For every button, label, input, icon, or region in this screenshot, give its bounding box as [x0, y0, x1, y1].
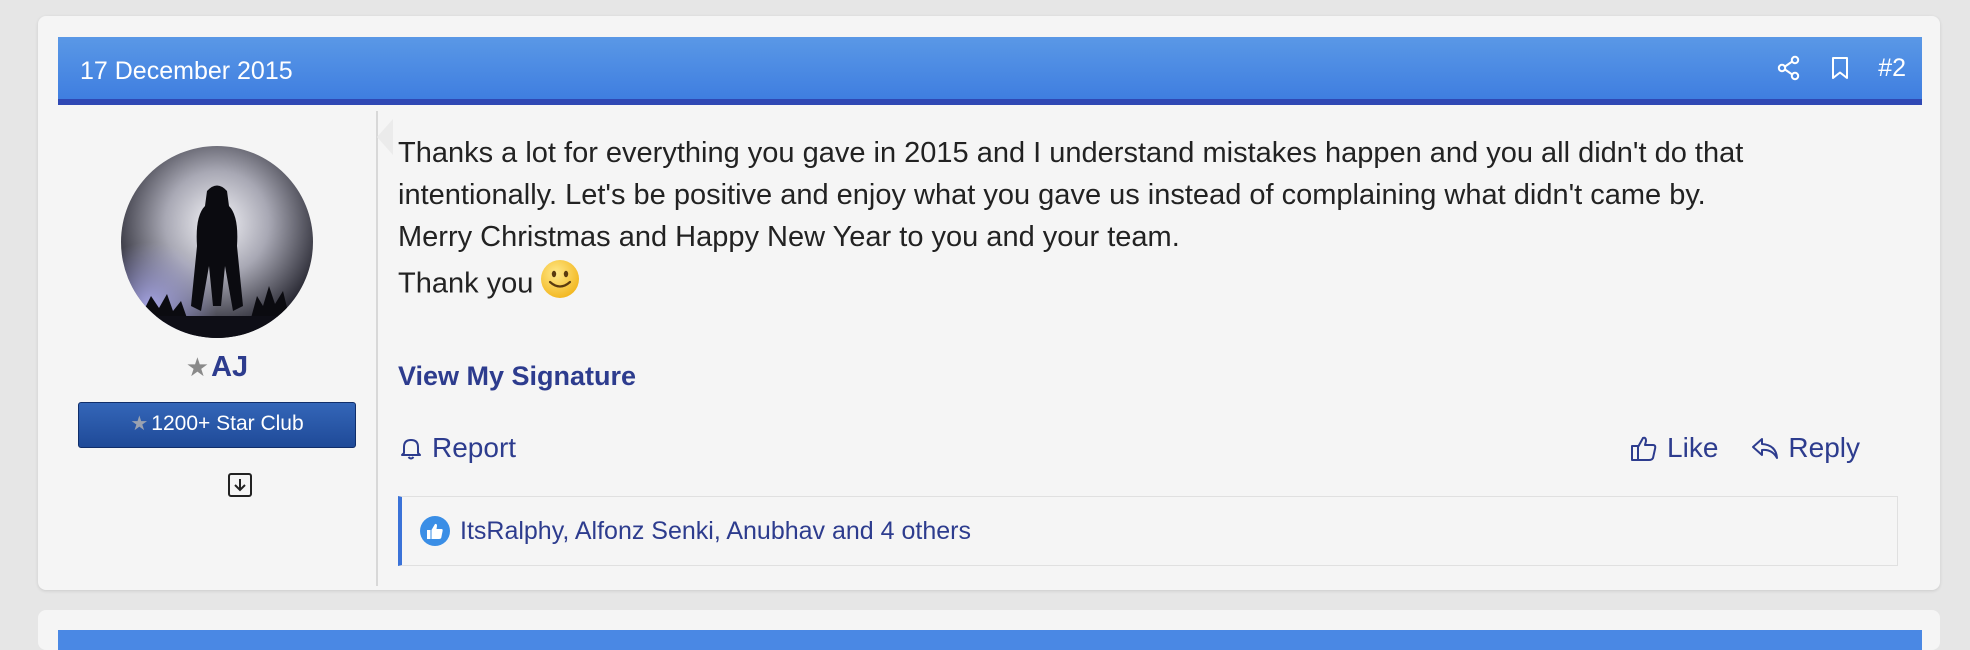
reactions-bar: ItsRalphy, Alfonz Senki, Anubhav and 4 o…: [398, 496, 1898, 566]
expand-user-info-icon[interactable]: [227, 472, 253, 498]
like-label: Like: [1667, 432, 1719, 463]
message-line: Thank you: [398, 267, 534, 300]
smiley-emoji-icon: [539, 258, 581, 312]
post-date[interactable]: 17 December 2015: [80, 37, 293, 105]
post-actions: Like Reply: [1629, 429, 1860, 467]
next-post-card: [38, 610, 1940, 650]
like-reaction-icon: [420, 516, 450, 546]
post-number-link[interactable]: #2: [1878, 54, 1906, 83]
post-header: 17 December 2015 #2: [58, 37, 1922, 105]
reactions-list[interactable]: ItsRalphy, Alfonz Senki, Anubhav and 4 o…: [460, 517, 971, 546]
share-icon[interactable]: [1776, 55, 1802, 81]
rank-badge: ★ 1200+ Star Club: [78, 402, 356, 448]
star-icon: ★: [185, 352, 210, 382]
next-post-header: [58, 630, 1922, 650]
post-card: 17 December 2015 #2 ★AJ ★ 1200+ Star Clu…: [38, 16, 1940, 590]
bookmark-icon[interactable]: [1827, 55, 1853, 81]
message-line-last: Thank you: [398, 258, 1898, 312]
bell-icon: [401, 439, 421, 460]
post-header-actions: #2: [1776, 37, 1922, 99]
message-line: intentionally. Let's be positive and enj…: [398, 179, 1706, 211]
message-line: Thanks a lot for everything you gave in …: [398, 137, 1744, 169]
message-body: Thanks a lot for everything you gave in …: [398, 132, 1898, 312]
message-line: Merry Christmas and Happy New Year to yo…: [398, 221, 1180, 253]
message-pointer: [377, 119, 393, 155]
avatar[interactable]: [121, 146, 313, 338]
reply-arrow-icon: [1752, 438, 1779, 459]
reply-label: Reply: [1788, 432, 1860, 463]
username-text[interactable]: AJ: [211, 351, 248, 383]
thumbs-up-icon: [1631, 436, 1657, 461]
user-info-column: ★AJ ★ 1200+ Star Club: [58, 111, 378, 586]
rank-label: 1200+ Star Club: [151, 412, 304, 435]
report-label: Report: [432, 432, 517, 463]
view-signature-link[interactable]: View My Signature: [398, 361, 636, 392]
report-button[interactable]: Report: [398, 429, 516, 467]
reply-button[interactable]: Reply: [1750, 432, 1860, 464]
star-icon: ★: [130, 413, 149, 435]
like-button[interactable]: Like: [1629, 432, 1718, 464]
username[interactable]: ★AJ: [58, 351, 376, 384]
